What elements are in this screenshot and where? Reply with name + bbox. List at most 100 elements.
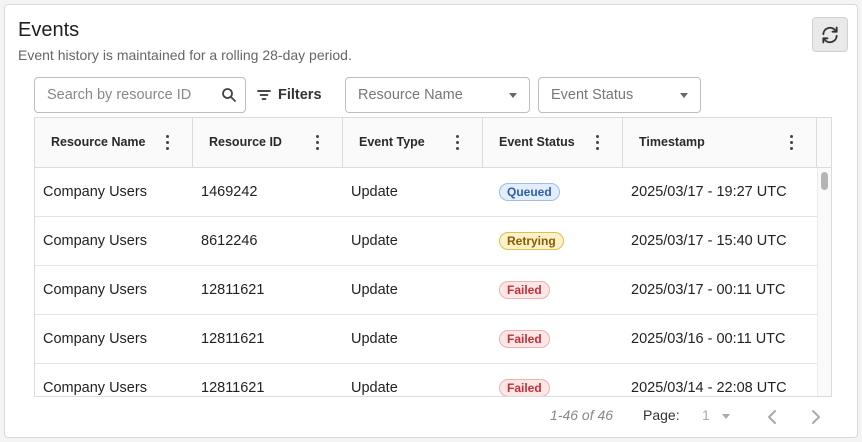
cell-text: Company Users [43, 380, 147, 396]
cell-text: Company Users [43, 233, 147, 249]
resource-name-select[interactable]: Resource Name [345, 77, 530, 113]
column-menu-icon[interactable] [596, 135, 600, 151]
cell-text: 1469242 [201, 184, 258, 200]
next-page-button[interactable] [805, 407, 825, 427]
cell-resource-id: 12811621 [193, 315, 343, 364]
column-header-resource-name[interactable]: Resource Name [35, 118, 193, 168]
column-menu-icon[interactable] [166, 135, 170, 151]
cell-text: Company Users [43, 282, 147, 298]
refresh-icon [822, 26, 838, 43]
filters-button[interactable]: Filters [257, 83, 322, 107]
cell-text: 2025/03/14 - 22:08 UTC [631, 380, 787, 396]
cell-resource-name: Company Users [35, 266, 193, 315]
cell-text: 2025/03/17 - 19:27 UTC [631, 184, 787, 200]
filters-label: Filters [278, 87, 322, 103]
cell-timestamp: 2025/03/17 - 00:11 UTC [623, 266, 817, 315]
table-row[interactable]: Company Users 1469242 Update Queued 2025… [35, 168, 817, 217]
scrollbar-thumb[interactable] [821, 172, 828, 190]
chevron-right-icon [812, 410, 820, 424]
cell-event-status: Failed [483, 315, 623, 364]
column-header-label: Event Type [359, 135, 425, 149]
status-badge: Queued [499, 183, 560, 201]
cell-text: Update [351, 233, 398, 249]
event-status-select-label: Event Status [551, 87, 634, 103]
column-header-resource-id[interactable]: Resource ID [193, 118, 343, 168]
cell-text: 2025/03/17 - 15:40 UTC [631, 233, 787, 249]
cell-timestamp: 2025/03/17 - 19:27 UTC [623, 168, 817, 217]
search-input[interactable] [35, 78, 215, 112]
status-badge: Failed [499, 379, 550, 396]
vertical-scrollbar[interactable] [817, 168, 831, 396]
cell-resource-id: 8612246 [193, 217, 343, 266]
column-menu-icon[interactable] [316, 135, 320, 151]
table-row[interactable]: Company Users 12811621 Update Failed 202… [35, 266, 817, 315]
cell-resource-name: Company Users [35, 217, 193, 266]
cell-resource-name: Company Users [35, 315, 193, 364]
cell-text: Update [351, 380, 398, 396]
status-badge: Retrying [499, 232, 564, 250]
cell-text: Company Users [43, 184, 147, 200]
cell-text: 8612246 [201, 233, 258, 249]
page-select[interactable]: 1 [700, 407, 740, 427]
status-badge: Failed [499, 281, 550, 299]
cell-timestamp: 2025/03/14 - 22:08 UTC [623, 364, 817, 396]
cell-resource-id: 12811621 [193, 364, 343, 396]
table-header: Resource Name Resource ID Event Type Eve… [35, 118, 831, 168]
cell-text: 12811621 [201, 380, 265, 396]
caret-down-icon [509, 93, 517, 98]
search-icon[interactable] [221, 87, 237, 103]
cell-text: 2025/03/17 - 00:11 UTC [631, 282, 786, 298]
cell-text: Company Users [43, 331, 147, 347]
events-table: Resource Name Resource ID Event Type Eve… [34, 117, 832, 397]
resource-name-select-label: Resource Name [358, 87, 463, 103]
search-field[interactable] [34, 77, 246, 113]
previous-page-button[interactable] [763, 407, 783, 427]
chevron-left-icon [768, 410, 776, 424]
event-status-select[interactable]: Event Status [538, 77, 701, 113]
table-body: Company Users 1469242 Update Queued 2025… [35, 168, 817, 396]
refresh-button[interactable] [812, 17, 848, 52]
cell-event-type: Update [343, 217, 483, 266]
column-menu-icon[interactable] [790, 135, 794, 151]
column-header-label: Event Status [499, 135, 575, 149]
cell-event-type: Update [343, 315, 483, 364]
status-badge: Failed [499, 330, 550, 348]
column-header-label: Resource Name [51, 135, 146, 149]
cell-event-status: Failed [483, 266, 623, 315]
cell-resource-id: 12811621 [193, 266, 343, 315]
pagination-count: 1-46 of 46 [550, 407, 614, 423]
cell-text: Update [351, 331, 398, 347]
filter-icon [257, 90, 271, 100]
pagination-page-label: Page: [643, 407, 680, 423]
events-card: Events Event history is maintained for a… [4, 4, 858, 438]
page-subtitle: Event history is maintained for a rollin… [18, 47, 352, 63]
page-title: Events [18, 19, 80, 41]
cell-event-type: Update [343, 266, 483, 315]
cell-text: Update [351, 282, 398, 298]
table-row[interactable]: Company Users 12811621 Update Failed 202… [35, 364, 817, 396]
column-header-event-type[interactable]: Event Type [343, 118, 483, 168]
column-header-timestamp[interactable]: Timestamp [623, 118, 817, 168]
column-menu-icon[interactable] [456, 135, 460, 151]
cell-resource-id: 1469242 [193, 168, 343, 217]
caret-down-icon [722, 414, 730, 419]
cell-resource-name: Company Users [35, 168, 193, 217]
cell-event-status: Queued [483, 168, 623, 217]
column-header-label: Resource ID [209, 135, 282, 149]
cell-timestamp: 2025/03/17 - 15:40 UTC [623, 217, 817, 266]
table-row[interactable]: Company Users 12811621 Update Failed 202… [35, 315, 817, 364]
cell-event-type: Update [343, 168, 483, 217]
cell-resource-name: Company Users [35, 364, 193, 396]
caret-down-icon [680, 93, 688, 98]
cell-timestamp: 2025/03/16 - 00:11 UTC [623, 315, 817, 364]
column-header-event-status[interactable]: Event Status [483, 118, 623, 168]
cell-text: 2025/03/16 - 00:11 UTC [631, 331, 786, 347]
column-header-label: Timestamp [639, 135, 705, 149]
page-select-value: 1 [702, 407, 710, 423]
cell-event-type: Update [343, 364, 483, 396]
table-row[interactable]: Company Users 8612246 Update Retrying 20… [35, 217, 817, 266]
cell-event-status: Retrying [483, 217, 623, 266]
cell-text: Update [351, 184, 398, 200]
cell-event-status: Failed [483, 364, 623, 396]
cell-text: 12811621 [201, 331, 265, 347]
